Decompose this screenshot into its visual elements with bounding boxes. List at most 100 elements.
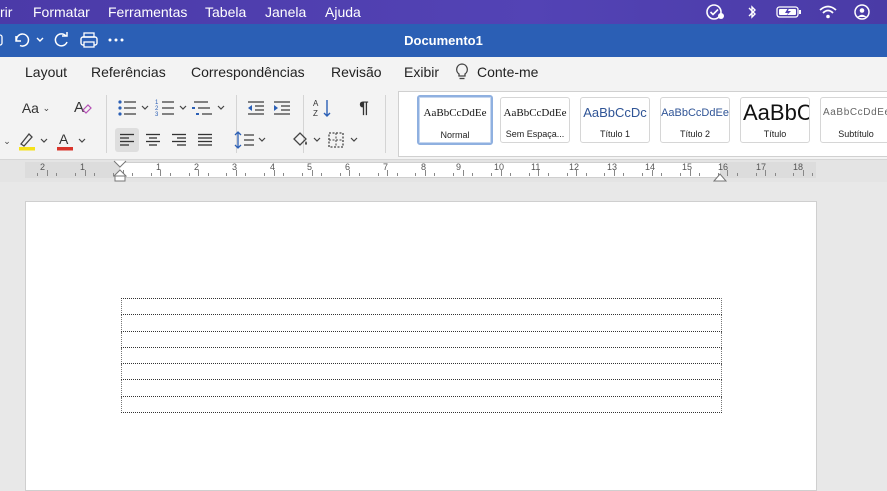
menu-item-tabela[interactable]: Tabela [205, 4, 246, 20]
align-right-button[interactable] [167, 128, 191, 152]
decrease-indent-icon[interactable] [244, 97, 268, 119]
style-sem-espacamento[interactable]: AaBbCcDdEe Sem Espaça... [500, 97, 570, 143]
ruler-tick [528, 173, 530, 176]
focus-check-icon[interactable] [706, 3, 726, 21]
sort-icon[interactable]: AZ [311, 96, 335, 120]
change-case-button[interactable]: Aa ⌄ [18, 98, 54, 118]
clear-formatting-icon[interactable]: A [70, 97, 94, 119]
ruler-tick [46, 170, 48, 176]
table-row [121, 314, 722, 332]
table-cell[interactable] [121, 314, 722, 332]
ruler-number: 12 [569, 162, 580, 172]
menu-item-ferramentas[interactable]: Ferramentas [108, 4, 187, 20]
ruler-number: 7 [383, 162, 389, 172]
tab-exibir[interactable]: Exibir [404, 64, 439, 80]
battery-charging-icon[interactable] [775, 3, 803, 21]
user-account-icon[interactable] [852, 3, 872, 21]
borders-icon[interactable] [327, 129, 361, 151]
ruler-tick [547, 173, 549, 176]
ruler-tick [226, 173, 228, 176]
ruler-tick [377, 173, 379, 176]
bullets-icon[interactable] [116, 97, 152, 119]
menu-item-formatar[interactable]: Formatar [33, 4, 90, 20]
table-cell[interactable] [121, 346, 722, 365]
style-titulo[interactable]: AaBbC Título [740, 97, 810, 143]
tab-correspondencias[interactable]: Correspondências [191, 64, 305, 80]
ruler-number: 6 [345, 162, 351, 172]
ruler-tick [339, 173, 341, 176]
numbering-icon[interactable]: 123 [154, 97, 190, 119]
table-cell[interactable] [121, 297, 722, 316]
style-sample: AaBbCcDdEe [823, 107, 887, 118]
increase-indent-icon[interactable] [270, 97, 294, 119]
ruler-tick [472, 173, 474, 176]
document-page[interactable] [25, 201, 817, 491]
tab-layout[interactable]: Layout [25, 64, 67, 80]
ruler-number: 17 [756, 162, 767, 172]
ruler-tick [736, 173, 738, 176]
ruler-tick [774, 173, 776, 176]
ruler-tick [698, 173, 700, 176]
ruler-tick [661, 173, 663, 176]
align-center-button[interactable] [141, 128, 165, 152]
menu-item-ajuda[interactable]: Ajuda [325, 4, 361, 20]
line-spacing-icon[interactable] [234, 129, 270, 151]
menu-item-inserir[interactable]: rir [0, 4, 12, 20]
chevron-down-icon[interactable]: ⌄ [0, 130, 14, 152]
table-row [121, 330, 722, 348]
paragraph-mark-label: ¶ [359, 98, 369, 117]
style-sample: AaBbCcDc [583, 105, 647, 120]
title-bar: Documento1 [0, 24, 887, 57]
style-name: Título [763, 129, 787, 139]
ruler-number: 10 [494, 162, 505, 172]
ruler-tick [264, 173, 266, 176]
bluetooth-icon[interactable] [742, 3, 762, 21]
ruler-tick [491, 173, 493, 176]
table-cell[interactable] [121, 379, 722, 397]
justify-button[interactable] [193, 128, 217, 152]
tab-conte-me[interactable]: Conte-me [477, 64, 538, 80]
style-sample: AaBbCcDdEe [661, 107, 729, 119]
style-titulo-1[interactable]: AaBbCcDc Título 1 [580, 97, 650, 143]
svg-text:3: 3 [155, 112, 159, 118]
style-normal[interactable]: AaBbCcDdEe Normal [417, 95, 493, 145]
style-sample: AaBbCcDdEe [503, 107, 567, 119]
svg-text:A: A [313, 99, 319, 108]
style-titulo-2[interactable]: AaBbCcDdEe Título 2 [660, 97, 730, 143]
ruler-tick [585, 173, 587, 176]
ruler-number: 4 [270, 162, 276, 172]
document-canvas [0, 182, 887, 491]
svg-text:A: A [74, 99, 84, 116]
ruler-tick [320, 173, 322, 176]
show-formatting-marks-button[interactable]: ¶ [352, 97, 376, 119]
style-name: Normal [440, 130, 470, 140]
ruler-number: 9 [456, 162, 462, 172]
highlight-color-button[interactable] [16, 129, 52, 153]
menu-bar: rir Formatar Ferramentas Tabela Janela A… [0, 0, 887, 24]
multilevel-list-icon[interactable] [192, 97, 228, 119]
document-table[interactable] [121, 297, 722, 414]
table-row [121, 395, 722, 414]
lightbulb-icon[interactable] [455, 63, 469, 84]
tab-revisao[interactable]: Revisão [331, 64, 382, 80]
style-subtitulo[interactable]: AaBbCcDdEe Subtítulo [820, 97, 887, 143]
ruler-tick [94, 173, 96, 176]
tab-referencias[interactable]: Referências [91, 64, 166, 80]
align-left-button[interactable] [115, 128, 139, 152]
font-color-button[interactable]: A [55, 129, 91, 153]
table-cell[interactable] [121, 330, 722, 348]
ruler-number: 5 [307, 162, 313, 172]
ruler-tick [566, 173, 568, 176]
table-row [121, 363, 722, 381]
ruler-tick [207, 173, 209, 176]
svg-text:A: A [59, 131, 69, 147]
shading-icon[interactable] [290, 129, 324, 151]
ruler-number: 11 [531, 162, 541, 172]
table-cell[interactable] [121, 395, 722, 414]
table-cell[interactable] [121, 363, 722, 381]
ruler-tick [75, 173, 77, 176]
menu-item-janela[interactable]: Janela [265, 4, 306, 20]
horizontal-ruler[interactable]: 2 1 1 2 3 4 5 6 7 8 9 10 11 12 13 14 15 … [0, 160, 887, 182]
ruler-number: 2 [40, 162, 46, 172]
wifi-icon[interactable] [818, 3, 838, 21]
